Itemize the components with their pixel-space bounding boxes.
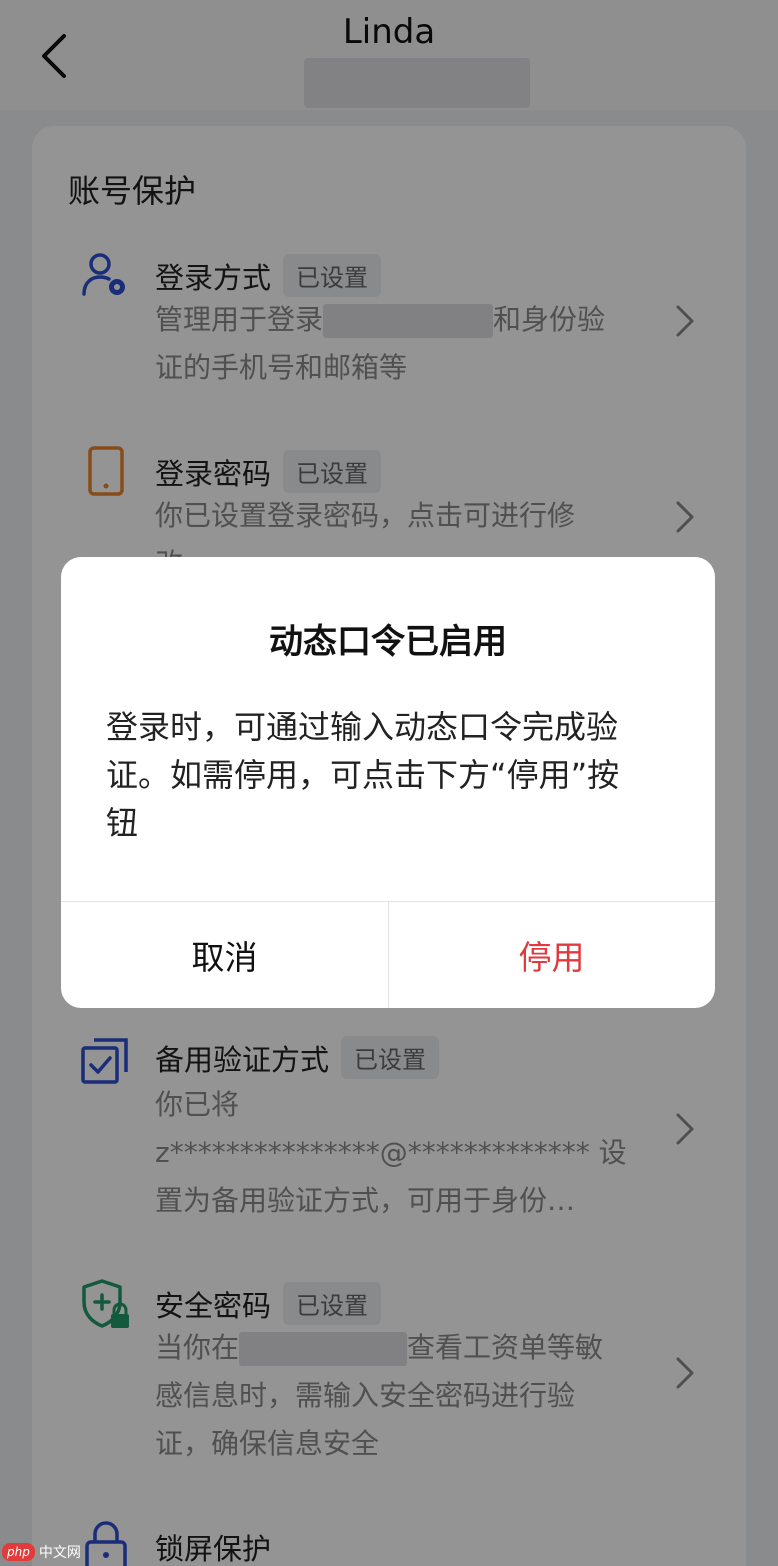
disable-button[interactable]: 停用 <box>388 902 715 1008</box>
watermark-text: 中文网 <box>38 1545 81 1561</box>
dialog-message-line: 登录时，可通过输入动态口令完成验 <box>106 708 619 746</box>
dialog-message-line: 证。如需停用，可点击下方“停用”按 <box>106 756 620 794</box>
watermark: php 中文网 <box>2 1542 81 1562</box>
watermark-logo: php <box>2 1543 35 1561</box>
dialog-message: 登录时，可通过输入动态口令完成验 证。如需停用，可点击下方“停用”按 钮 <box>106 703 676 847</box>
cancel-button[interactable]: 取消 <box>61 902 388 1008</box>
dialog-title: 动态口令已启用 <box>269 622 507 662</box>
dialog-message-line: 钮 <box>106 804 139 842</box>
dynamic-token-dialog: 动态口令已启用 登录时，可通过输入动态口令完成验 证。如需停用，可点击下方“停用… <box>61 557 715 1008</box>
